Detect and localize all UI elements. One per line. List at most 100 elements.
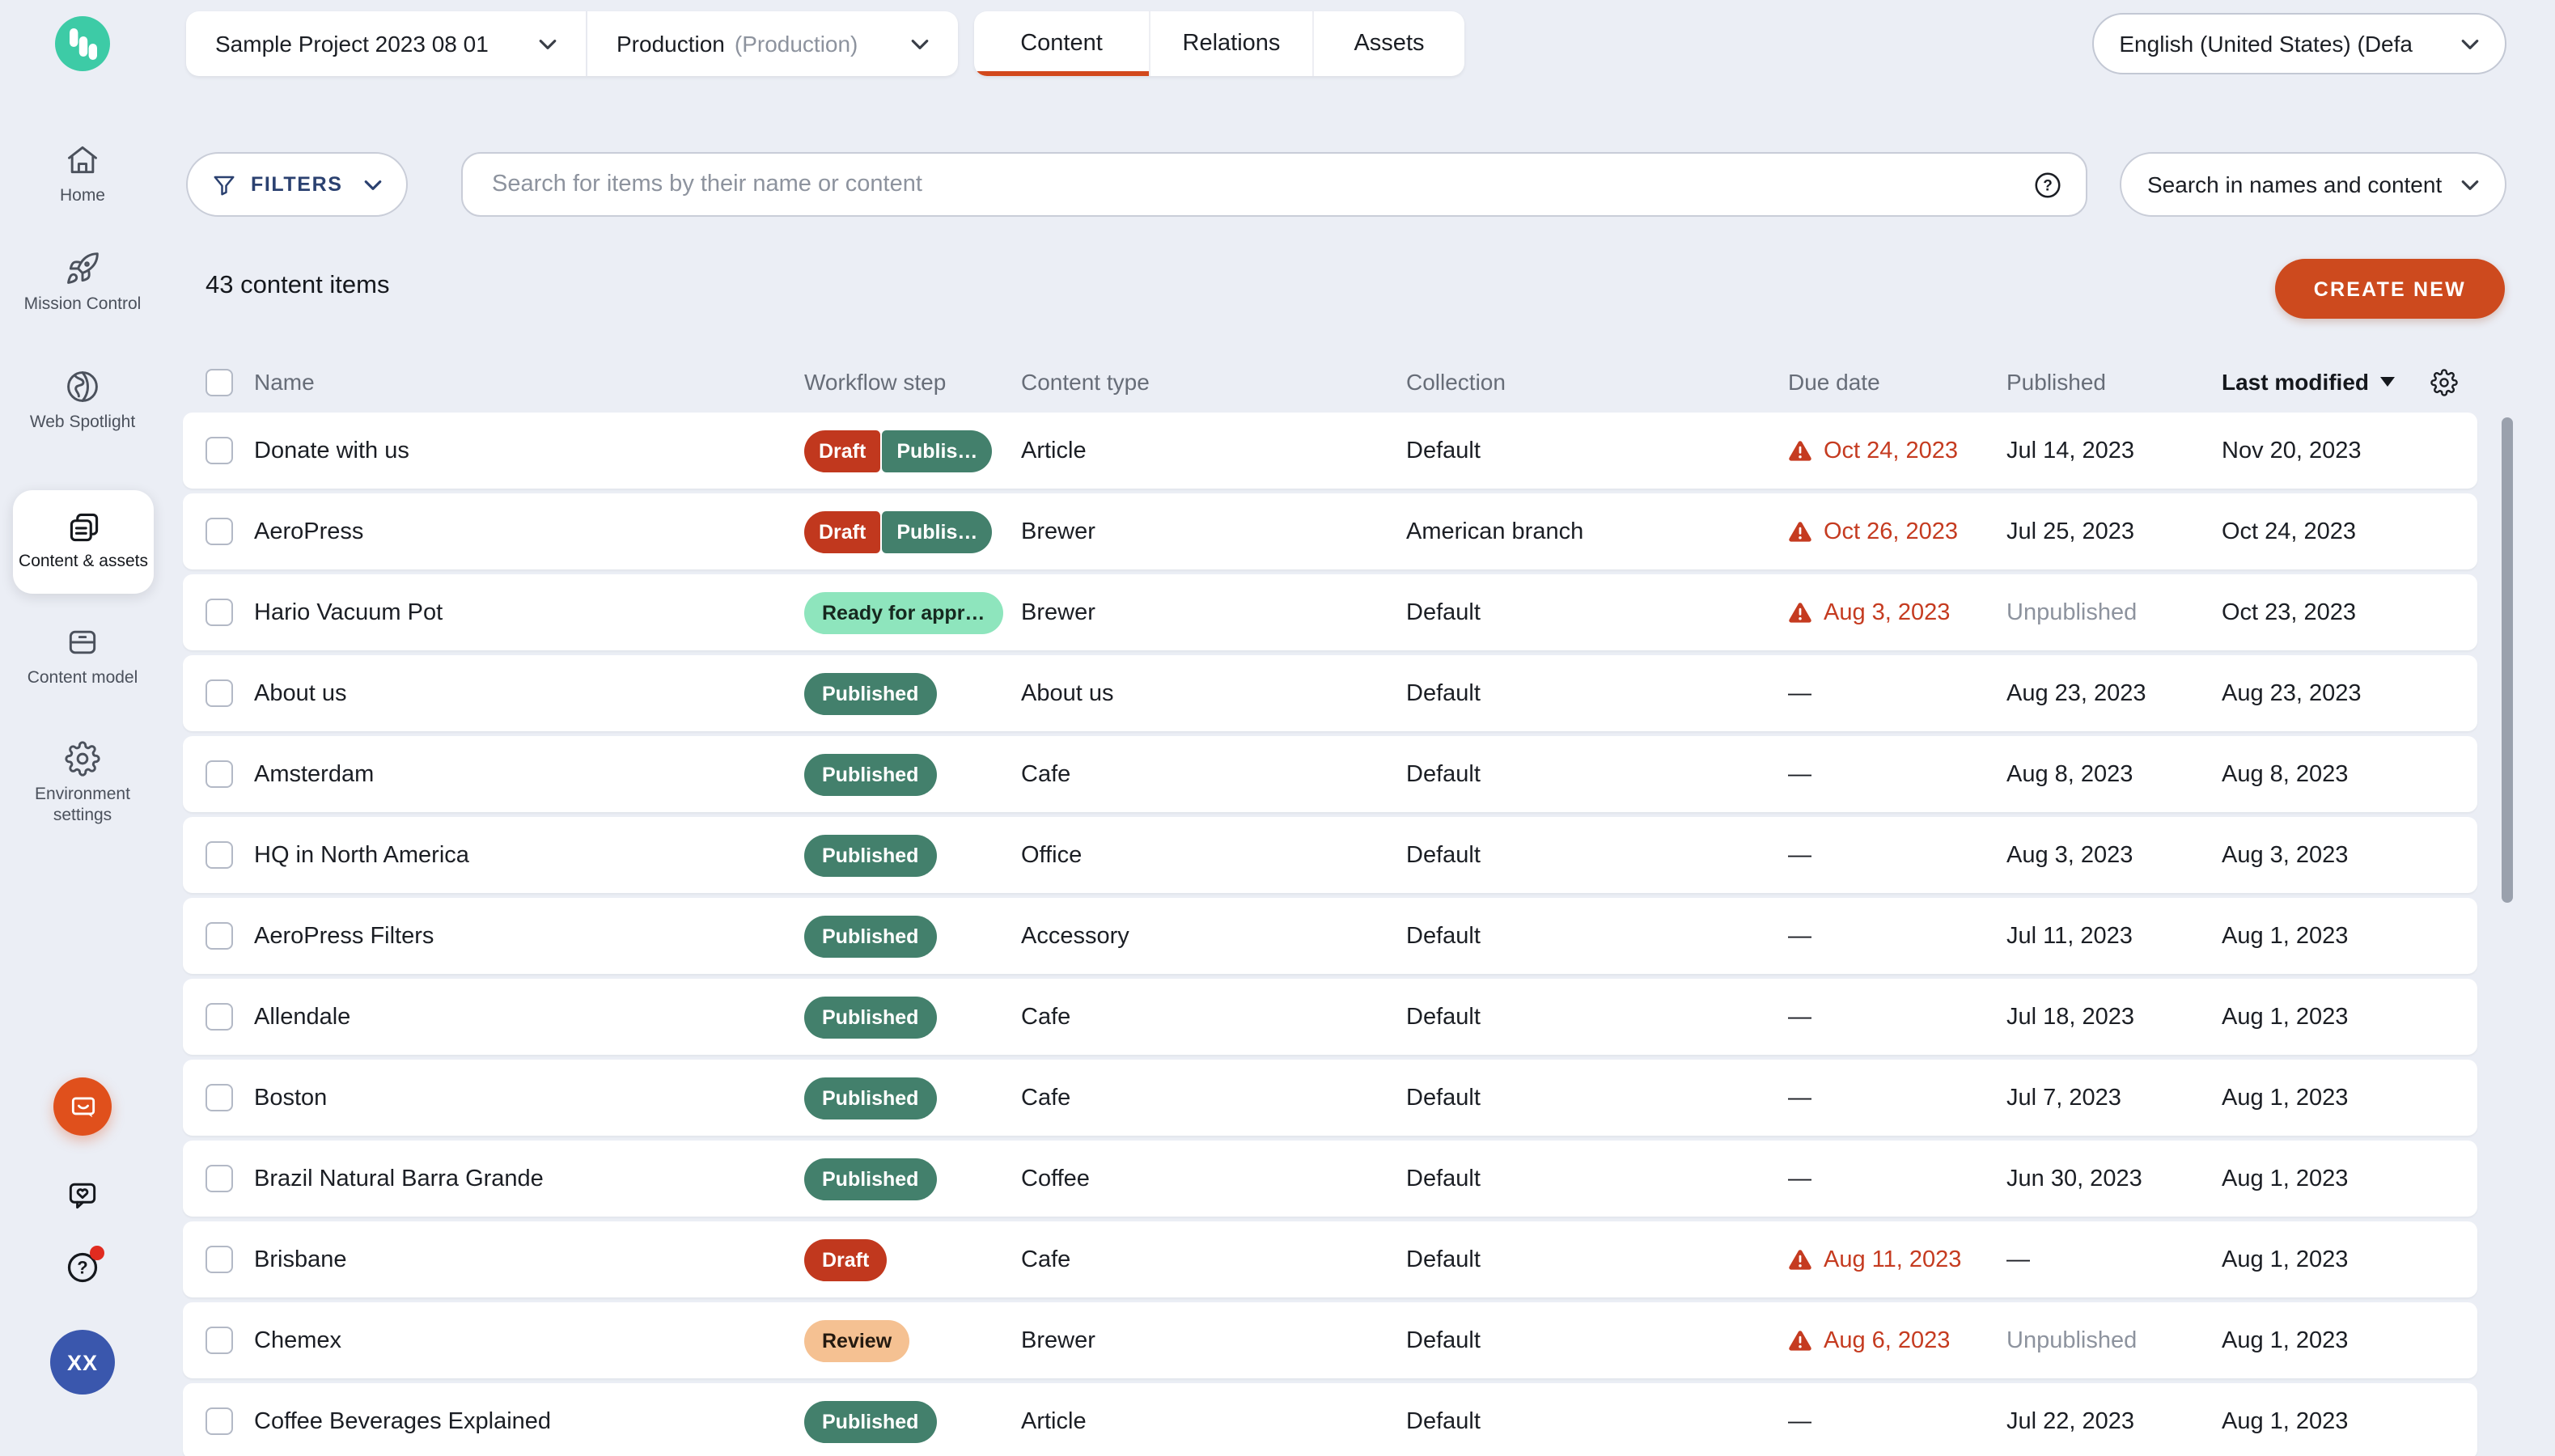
workflow-badge: Draft [804, 1238, 887, 1280]
sidebar-item-label: Content model [8, 668, 157, 689]
sidebar-item-content-assets[interactable]: Content & assets [13, 490, 154, 594]
project-environment-bar: Sample Project 2023 08 01 Production(Pro… [186, 11, 958, 76]
workflow-step-cell: Review [804, 1319, 1021, 1361]
row-checkbox[interactable] [206, 1003, 233, 1031]
due-date-cell: — [1788, 1085, 2006, 1111]
table-row[interactable]: Coffee Beverages Explained Published Art… [183, 1383, 2477, 1456]
due-date-cell: — [1788, 1166, 2006, 1191]
search-input[interactable] [489, 170, 2032, 199]
published-cell: Aug 8, 2023 [2006, 761, 2222, 787]
collection-cell: Default [1406, 438, 1788, 463]
environment-selector[interactable]: Production(Production) [586, 11, 958, 76]
row-checkbox[interactable] [206, 1327, 233, 1354]
row-checkbox[interactable] [206, 760, 233, 788]
item-name: Coffee Beverages Explained [254, 1408, 804, 1434]
table-row[interactable]: Amsterdam Published Cafe Default — Aug 8… [183, 736, 2477, 812]
collection-cell: Default [1406, 1166, 1788, 1191]
workflow-badge: Publis… [882, 430, 992, 472]
table-row[interactable]: HQ in North America Published Office Def… [183, 817, 2477, 893]
sidebar-item-web-spotlight[interactable]: Web Spotlight [0, 369, 165, 434]
search-help-icon[interactable]: ? [2032, 169, 2063, 200]
column-settings-gear-icon[interactable] [2430, 368, 2458, 396]
row-checkbox[interactable] [206, 1165, 233, 1192]
table-row[interactable]: AeroPress DraftPublis… Brewer American b… [183, 493, 2477, 569]
workflow-badge: Publis… [882, 510, 992, 552]
column-header-last-modified[interactable]: Last modified [2222, 369, 2395, 395]
collection-cell: Default [1406, 1004, 1788, 1030]
chevron-down-icon [2461, 179, 2479, 190]
published-cell: — [2006, 1246, 2222, 1272]
due-date-cell: — [1788, 680, 2006, 706]
filters-button[interactable]: FILTERS [186, 152, 408, 217]
chevron-down-icon [2461, 38, 2479, 49]
chat-support-button[interactable] [53, 1077, 112, 1136]
chat-bubble-smiley-icon [67, 1091, 98, 1122]
due-date-cell: — [1788, 1004, 2006, 1030]
feedback-icon[interactable] [65, 1178, 100, 1213]
table-row[interactable]: Hario Vacuum Pot Ready for appr… Brewer … [183, 574, 2477, 650]
row-checkbox[interactable] [206, 437, 233, 464]
workflow-step-cell: Published [804, 996, 1021, 1038]
language-selector[interactable]: English (United States) (Defa [2091, 13, 2506, 74]
content-type-cell: About us [1021, 680, 1406, 706]
row-checkbox[interactable] [206, 841, 233, 869]
vertical-scrollbar-thumb[interactable] [2502, 417, 2513, 903]
collection-cell: Default [1406, 1246, 1788, 1272]
row-checkbox[interactable] [206, 518, 233, 545]
table-row[interactable]: Allendale Published Cafe Default — Jul 1… [183, 979, 2477, 1055]
due-date-cell: Oct 26, 2023 [1788, 518, 2006, 544]
tab-content[interactable]: Content [974, 11, 1149, 76]
row-checkbox[interactable] [206, 1084, 233, 1111]
globe-icon [65, 369, 100, 404]
environment-suffix: (Production) [735, 31, 858, 57]
sidebar-item-environment-settings[interactable]: Environment settings [0, 741, 165, 827]
table-row[interactable]: About us Published About us Default — Au… [183, 655, 2477, 731]
table-row[interactable]: Brisbane Draft Cafe Default Aug 11, 2023… [183, 1221, 2477, 1297]
tab-assets[interactable]: Assets [1312, 11, 1464, 76]
table-row[interactable]: Boston Published Cafe Default — Jul 7, 2… [183, 1060, 2477, 1136]
help-icon[interactable]: ? [64, 1249, 101, 1286]
item-name: Allendale [254, 1004, 804, 1030]
last-modified-cell: Oct 23, 2023 [2222, 599, 2477, 625]
table-row[interactable]: Donate with us DraftPublis… Article Defa… [183, 413, 2477, 489]
main-tabs: Content Relations Assets [974, 11, 1464, 76]
last-modified-cell: Aug 1, 2023 [2222, 1166, 2477, 1191]
table-row[interactable]: Chemex Review Brewer Default Aug 6, 2023… [183, 1302, 2477, 1378]
environment-label: Production(Production) [617, 31, 858, 57]
row-checkbox[interactable] [206, 922, 233, 950]
tab-assets-label: Assets [1354, 31, 1424, 57]
workflow-badge: Draft [804, 510, 880, 552]
create-new-button[interactable]: CREATE NEW [2275, 259, 2505, 319]
content-type-cell: Brewer [1021, 599, 1406, 625]
kontent-logo[interactable] [55, 16, 110, 71]
user-avatar[interactable]: XX [50, 1330, 115, 1395]
row-checkbox[interactable] [206, 1246, 233, 1273]
content-type-cell: Cafe [1021, 1004, 1406, 1030]
search-scope-selector[interactable]: Search in names and content [2120, 152, 2506, 217]
tab-content-label: Content [1020, 31, 1103, 57]
published-cell: Jul 22, 2023 [2006, 1408, 2222, 1434]
workflow-step-cell: Published [804, 834, 1021, 876]
collection-cell: Default [1406, 1408, 1788, 1434]
last-modified-cell: Aug 1, 2023 [2222, 1004, 2477, 1030]
table-row[interactable]: Brazil Natural Barra Grande Published Co… [183, 1141, 2477, 1217]
collection-cell: American branch [1406, 518, 1788, 544]
tab-relations[interactable]: Relations [1149, 11, 1312, 76]
select-all-checkbox[interactable] [206, 368, 233, 396]
language-selector-label: English (United States) (Defa [2119, 31, 2413, 57]
sidebar-item-home[interactable]: Home [0, 142, 165, 207]
column-header-content-type: Content type [1021, 369, 1406, 395]
sidebar-item-content-model[interactable]: Content model [0, 624, 165, 689]
table-row[interactable]: AeroPress Filters Published Accessory De… [183, 898, 2477, 974]
row-checkbox[interactable] [206, 599, 233, 626]
workflow-step-cell: Draft [804, 1238, 1021, 1280]
last-modified-cell: Aug 23, 2023 [2222, 680, 2477, 706]
overdue-warning-icon [1788, 439, 1812, 462]
tab-relations-label: Relations [1183, 31, 1281, 57]
project-selector[interactable]: Sample Project 2023 08 01 [186, 11, 586, 76]
row-checkbox[interactable] [206, 679, 233, 707]
sidebar-item-mission-control[interactable]: Mission Control [0, 251, 165, 315]
row-checkbox[interactable] [206, 1407, 233, 1435]
published-cell: Jul 25, 2023 [2006, 518, 2222, 544]
column-header-name: Name [254, 369, 804, 395]
